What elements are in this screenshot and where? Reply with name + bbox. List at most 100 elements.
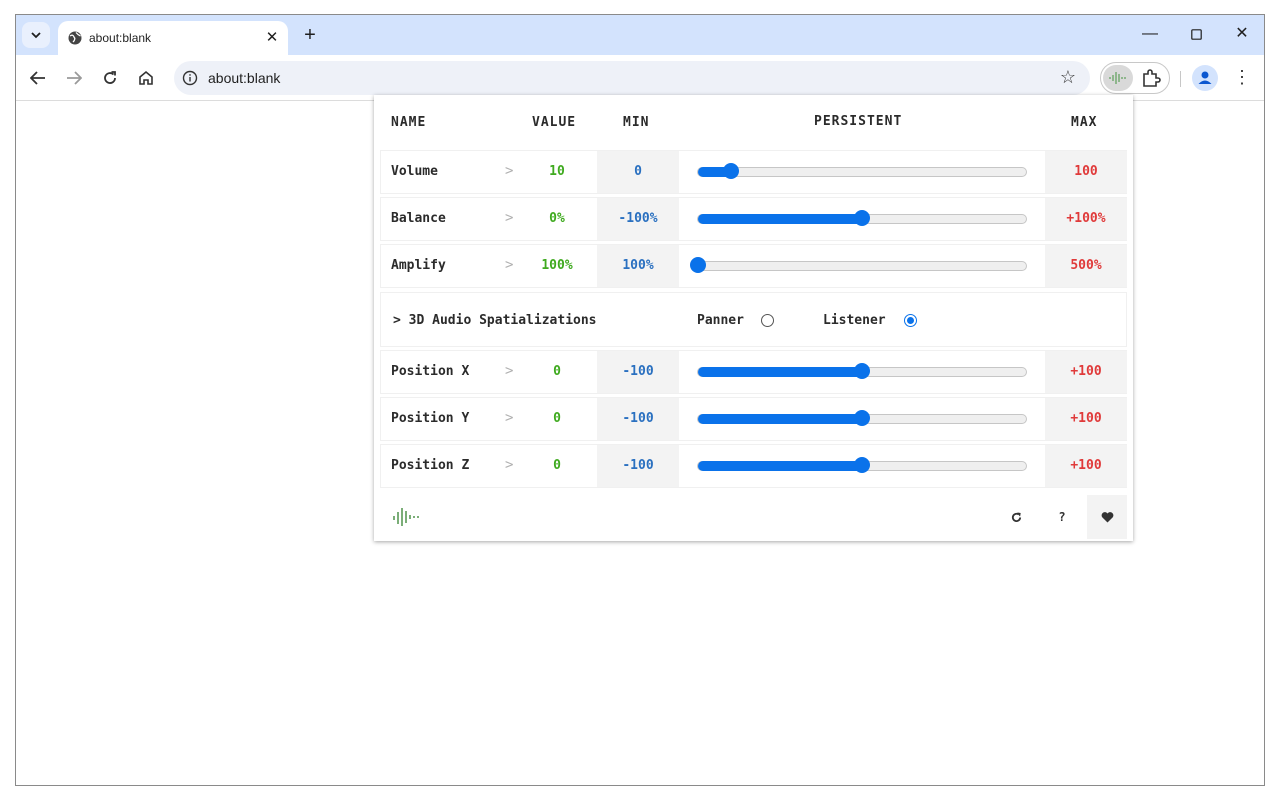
listener-label: Listener (823, 313, 886, 328)
spatialization-row[interactable]: > 3D Audio Spatializations Panner Listen… (380, 292, 1127, 347)
tab-title: about:blank (89, 31, 152, 45)
header-min: MIN (623, 115, 650, 130)
help-button[interactable]: ? (1042, 495, 1082, 539)
control-slider[interactable] (697, 163, 1027, 179)
spatialization-toggle[interactable]: > 3D Audio Spatializations (393, 313, 597, 328)
slider-thumb[interactable] (854, 410, 870, 426)
kebab-icon[interactable]: ⋮ (1232, 65, 1252, 91)
reload-button[interactable] (96, 65, 124, 91)
control-value: 0 (553, 411, 561, 426)
control-slider[interactable] (697, 457, 1027, 473)
control-name: Balance (391, 211, 446, 226)
control-min: 100% (597, 245, 679, 287)
chevron-right-icon[interactable]: > (505, 210, 513, 226)
control-max: 100 (1045, 151, 1127, 193)
listener-radio[interactable] (904, 314, 917, 327)
control-row-position-y: Position Y >0 -100 +100 (380, 397, 1127, 441)
header-name: NAME (391, 115, 427, 130)
back-button[interactable] (24, 65, 52, 91)
heart-icon (1101, 512, 1113, 523)
panner-label: Panner (697, 313, 744, 328)
close-icon[interactable]: ✕ (263, 29, 281, 47)
info-icon[interactable] (182, 70, 198, 86)
close-window-icon[interactable]: ✕ (1222, 23, 1262, 47)
control-min: -100 (597, 351, 679, 393)
profile-button[interactable] (1192, 65, 1218, 91)
control-slider[interactable] (697, 363, 1027, 379)
control-slider[interactable] (697, 410, 1027, 426)
slider-fill (698, 214, 862, 224)
chevron-right-icon[interactable]: > (505, 457, 513, 473)
forward-button[interactable] (60, 65, 88, 91)
control-min: -100 (597, 445, 679, 487)
slider-thumb[interactable] (854, 457, 870, 473)
control-name: Position X (391, 364, 470, 379)
chevron-down-icon (31, 32, 41, 39)
arrow-left-icon (30, 71, 45, 85)
control-min: -100% (597, 198, 679, 240)
extensions-area (1100, 62, 1170, 94)
reset-icon (1011, 512, 1021, 522)
tab-strip: about:blank ✕ + — ✕ (16, 15, 1264, 55)
reset-button[interactable] (996, 495, 1036, 539)
control-max: +100% (1045, 198, 1127, 240)
control-name: Amplify (391, 258, 446, 273)
audio-popup: NAME VALUE MIN PERSISTENT MAX Volume >10 0… (374, 95, 1133, 541)
control-value: 0 (553, 364, 561, 379)
control-max: 500% (1045, 245, 1127, 287)
chevron-right-icon[interactable]: > (505, 363, 513, 379)
control-row-amplify: Amplify >100% 100% 500% (380, 244, 1127, 288)
control-name: Position Y (391, 411, 470, 426)
control-value: 10 (549, 164, 565, 179)
slider-thumb[interactable] (854, 363, 870, 379)
slider-fill (698, 461, 862, 471)
control-value: 100% (541, 258, 573, 273)
control-value: 0 (553, 458, 561, 473)
audio-extension-button[interactable] (1103, 65, 1133, 91)
header-max: MAX (1071, 115, 1098, 130)
header-value: VALUE (532, 115, 577, 130)
spatialization-label: 3D Audio Spatializations (408, 313, 597, 328)
control-min: 0 (597, 151, 679, 193)
control-min: -100 (597, 398, 679, 440)
tab-about-blank[interactable]: about:blank ✕ (58, 21, 288, 55)
slider-thumb[interactable] (722, 163, 739, 179)
toolbar-separator (1180, 71, 1181, 87)
slider-thumb[interactable] (854, 210, 870, 226)
globe-icon (68, 31, 82, 45)
plus-icon[interactable]: + (298, 24, 322, 48)
control-row-balance: Balance >0% -100% +100% (380, 197, 1127, 241)
chevron-right-icon[interactable]: > (505, 410, 513, 426)
control-max: +100 (1045, 351, 1127, 393)
heart-button[interactable] (1087, 495, 1127, 539)
control-name: Position Z (391, 458, 470, 473)
home-icon (139, 70, 153, 85)
control-row-position-z: Position Z >0 -100 +100 (380, 444, 1127, 488)
chevron-right-icon[interactable]: > (505, 163, 513, 179)
audio-wave-icon (393, 508, 419, 526)
control-max: +100 (1045, 398, 1127, 440)
slider-fill (698, 414, 862, 424)
puzzle-icon[interactable] (1141, 69, 1161, 89)
person-icon (1198, 71, 1212, 84)
audio-wave-icon (1109, 72, 1126, 84)
home-button[interactable] (132, 65, 160, 91)
tab-search-button[interactable] (22, 22, 50, 48)
slider-thumb[interactable] (690, 257, 706, 273)
control-name: Volume (391, 164, 438, 179)
arrow-right-icon (67, 71, 82, 85)
control-row-volume: Volume >10 0 100 (380, 150, 1127, 194)
minimize-icon[interactable]: — (1130, 23, 1170, 47)
chevron-right-icon[interactable]: > (505, 257, 513, 273)
address-bar[interactable]: about:blank ☆ (174, 61, 1090, 95)
reload-icon (104, 71, 116, 84)
control-slider[interactable] (690, 257, 1027, 273)
maximize-icon[interactable] (1176, 23, 1216, 47)
slider-fill (698, 367, 862, 377)
header-persistent: PERSISTENT (814, 114, 903, 129)
star-icon[interactable]: ☆ (1060, 67, 1076, 88)
panner-radio[interactable] (761, 314, 774, 327)
url-text[interactable]: about:blank (208, 70, 280, 86)
control-max: +100 (1045, 445, 1127, 487)
control-slider[interactable] (697, 210, 1027, 226)
